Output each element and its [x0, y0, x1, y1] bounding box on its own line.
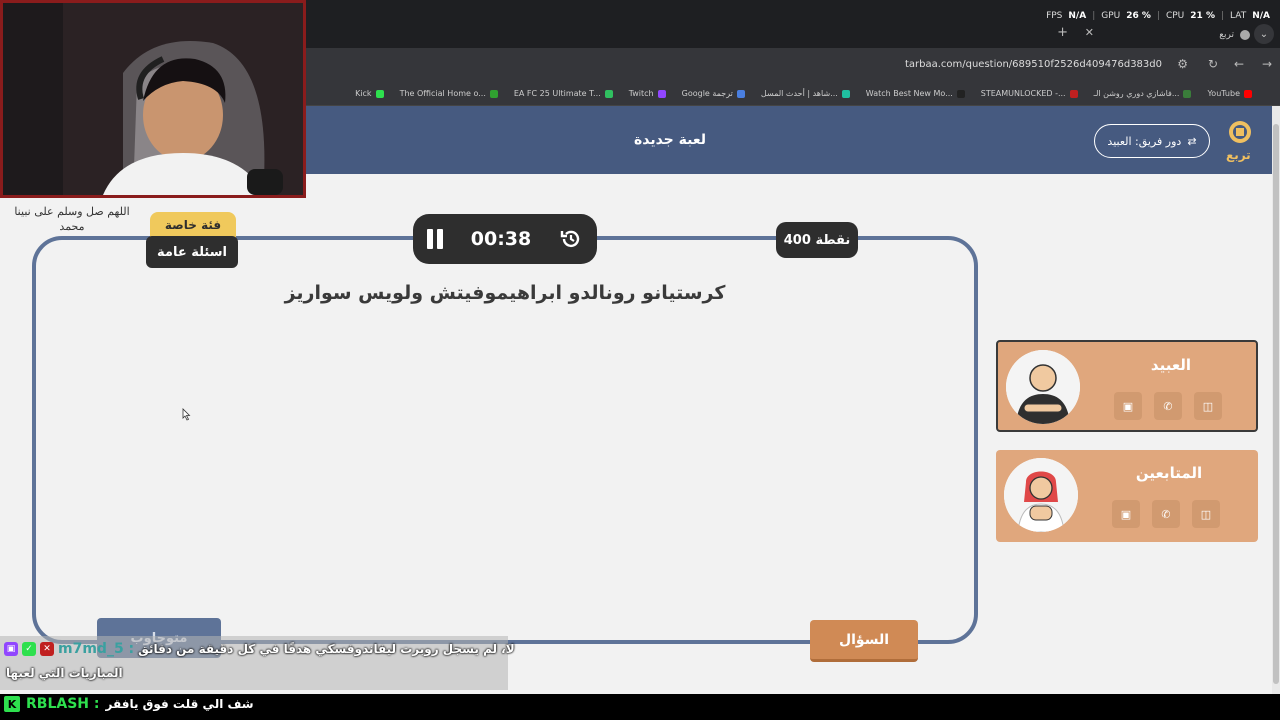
bookmark-item[interactable]: Twitch: [629, 89, 666, 98]
bookmark-label: STEAMUNLOCKED -...: [980, 89, 1066, 98]
webcam-overlay: [0, 0, 306, 198]
bottom-chat-row: K RBLASH : شف الي قلت فوق يافقر: [4, 696, 254, 712]
points-badge: 400 نقطة: [776, 222, 858, 258]
bookmark-label: فاشازي دوري روشن الـ...: [1093, 89, 1180, 98]
reload-icon[interactable]: ↻: [1208, 57, 1218, 71]
back-icon[interactable]: ←: [1234, 57, 1244, 71]
bookmark-favicon-icon: [956, 89, 965, 98]
bookmark-label: Google ترجمة: [681, 89, 733, 98]
chat-message: لا، لم يسجل روبرت ليفاندوفسكي هدفًا في ك…: [138, 642, 515, 656]
bottom-chat-username: RBLASH :: [26, 696, 100, 712]
team-tools: ▣ ✆ ◫: [1112, 500, 1220, 528]
timer-pill: 00:38: [413, 214, 597, 264]
fps-value: N/A: [1068, 11, 1087, 21]
tab-title: تربع: [1219, 30, 1234, 40]
team-tools: ▣ ✆ ◫: [1114, 392, 1222, 420]
verified-badge-icon: ✓: [22, 642, 36, 656]
bookmark-item[interactable]: STEAMUNLOCKED -...: [981, 89, 1078, 98]
swap-icon[interactable]: ▣: [1114, 392, 1142, 420]
new-tab-icon[interactable]: +: [1057, 25, 1068, 40]
tab-close-icon[interactable]: ✕: [1085, 26, 1094, 39]
hand-icon[interactable]: ◫: [1192, 500, 1220, 528]
bookmark-item[interactable]: EA FC 25 Ultimate T...: [514, 89, 613, 98]
gpu-value: 26 %: [1126, 11, 1151, 21]
team-card-0[interactable]: العبيد ▣ ✆ ◫: [996, 340, 1258, 432]
swap-icon[interactable]: ▣: [1112, 500, 1140, 528]
bookmark-item[interactable]: Watch Best New Mo...: [866, 89, 965, 98]
question-button[interactable]: السؤال: [810, 620, 918, 662]
bookmark-favicon-icon: [841, 89, 850, 98]
bookmark-favicon-icon: [489, 89, 498, 98]
phone-icon[interactable]: ✆: [1154, 392, 1182, 420]
hand-icon[interactable]: ◫: [1194, 392, 1222, 420]
pause-icon[interactable]: [427, 229, 443, 249]
bookmark-favicon-icon: [736, 89, 745, 98]
bookmark-favicon-icon: [1244, 89, 1252, 98]
bookmark-item[interactable]: The Official Home o...: [400, 89, 498, 98]
team-avatar: [1004, 458, 1078, 532]
kick-icon: K: [4, 696, 20, 712]
team-avatar: [1006, 350, 1080, 424]
twitch-badge-icon: ▣: [4, 642, 18, 656]
bookmark-label: Twitch: [628, 89, 654, 98]
reset-timer-icon[interactable]: [559, 227, 583, 251]
lat-label: LAT: [1230, 11, 1247, 21]
bookmark-favicon-icon: [1183, 89, 1192, 98]
url-field[interactable]: tarbaa.com/question/689510f2526d409476d3…: [905, 59, 1162, 70]
logo-text: تربع: [1226, 148, 1251, 162]
bookmark-item[interactable]: شاهد | أحدث المسل...: [761, 89, 850, 98]
bookmark-item[interactable]: Google ترجمة: [682, 89, 745, 98]
x-badge-icon: ✕: [40, 642, 54, 656]
bookmark-label: Watch Best New Mo...: [865, 89, 953, 98]
team-turn-button[interactable]: دور فريق: العبيد ⇄: [1094, 124, 1210, 158]
chat-message-continued: المباريات التي لعبها: [6, 666, 123, 680]
bookmark-favicon-icon: [604, 89, 613, 98]
new-game-title[interactable]: لعبة جديدة: [600, 132, 740, 148]
team-name: العبيد: [1150, 356, 1192, 374]
bookmark-item[interactable]: YouTube: [1207, 89, 1252, 98]
chat-message-row: ▣ ✓ ✕ m7md_5 : لا، لم يسجل روبرت ليفاندو…: [4, 641, 515, 657]
cpu-value: 21 %: [1190, 11, 1215, 21]
question-text: كرستيانو رونالدو ابراهيموفيتش ولويس سوار…: [284, 282, 726, 304]
bookmarks-bar: YouTube فاشازي دوري روشن الـ... STEAMUNLOC…: [300, 82, 1280, 106]
address-bar: → ← ↻ ⚙ tarbaa.com/question/689510f2526d…: [300, 48, 1280, 82]
mouse-cursor-icon: [182, 408, 191, 421]
fps-label: FPS: [1046, 11, 1063, 21]
lat-value: N/A: [1252, 11, 1270, 21]
category-name-badge: اسئلة عامة: [146, 236, 238, 268]
cpu-label: CPU: [1165, 11, 1185, 21]
prayer-caption: اللهم صل وسلم على نبينا محمد: [14, 205, 130, 233]
bookmark-favicon-icon: [657, 89, 666, 98]
phone-icon[interactable]: ✆: [1152, 500, 1180, 528]
site-favicon-icon: [1240, 30, 1250, 40]
scrollbar-thumb[interactable]: [1273, 124, 1279, 684]
bookmark-label: Kick: [355, 89, 372, 98]
tab-search-icon[interactable]: ⌄: [1254, 24, 1274, 44]
timer-value: 00:38: [470, 228, 532, 250]
bookmark-favicon-icon: [375, 89, 384, 98]
chat-username: m7md_5 :: [58, 641, 135, 657]
bottom-chat-message: شف الي قلت فوق يافقر: [105, 697, 254, 711]
bookmark-label: EA FC 25 Ultimate T...: [513, 89, 601, 98]
bookmark-label: شاهد | أحدث المسل...: [760, 89, 838, 98]
category-special-badge: فئة خاصة: [150, 212, 236, 238]
bookmark-item[interactable]: فاشازي دوري روشن الـ...: [1094, 89, 1192, 98]
bookmark-item[interactable]: Kick: [355, 89, 384, 98]
bookmark-label: The Official Home o...: [399, 89, 486, 98]
screen: FPS N/A | GPU 26 % | CPU 21 % | LAT N/A ⌄ تر…: [0, 0, 1280, 720]
team-turn-label: دور فريق: العبيد: [1107, 134, 1182, 148]
bookmark-label: YouTube: [1207, 89, 1240, 98]
team-name: المتابعين: [1135, 464, 1203, 482]
gpu-label: GPU: [1101, 11, 1121, 21]
shuffle-icon: ⇄: [1187, 134, 1197, 148]
site-settings-icon[interactable]: ⚙: [1177, 57, 1188, 71]
performance-overlay: FPS N/A | GPU 26 % | CPU 21 % | LAT N/A: [1046, 11, 1270, 21]
forward-icon[interactable]: →: [1262, 57, 1272, 71]
bookmark-favicon-icon: [1069, 89, 1078, 98]
team-card-1[interactable]: المتابعين ▣ ✆ ◫: [996, 450, 1258, 542]
